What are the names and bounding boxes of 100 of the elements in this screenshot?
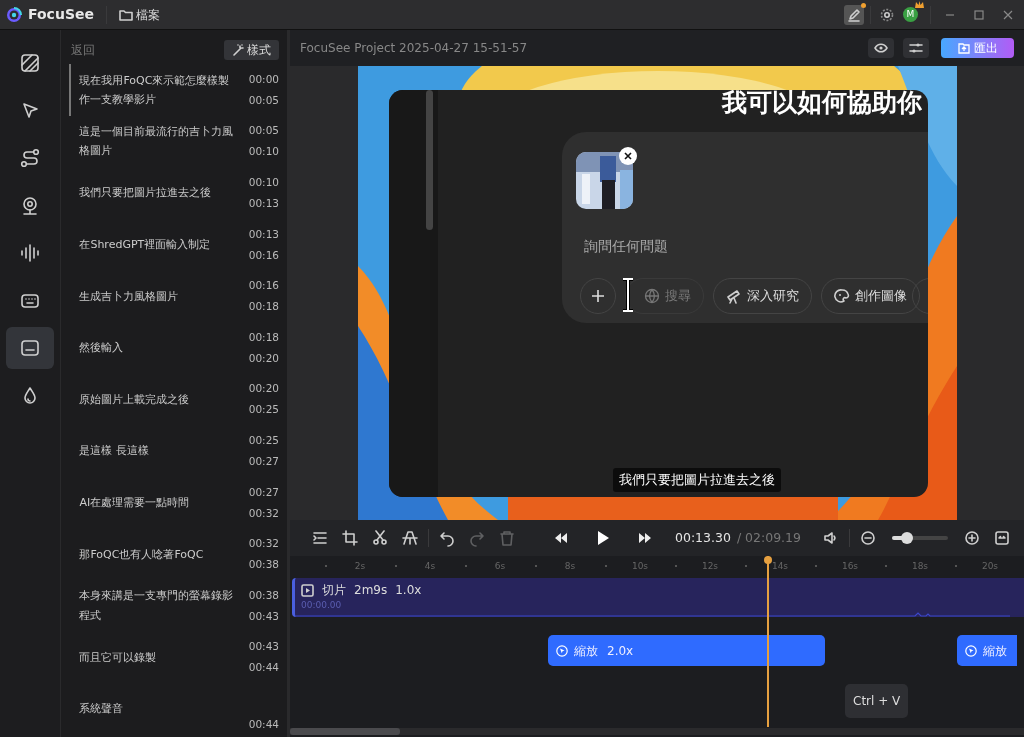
scissors-icon <box>372 529 388 547</box>
subtitle-item[interactable]: 本身來講是一支專門的螢幕錄影程式 00:38 00:43 <box>69 579 287 632</box>
speaker-icon <box>823 531 839 545</box>
subtitle-text: 而且它可以錄製 <box>79 649 158 666</box>
subtitle-item[interactable]: 我們只要把圖片拉進去之後 00:10 00:13 <box>69 167 287 219</box>
sidebar-tab[interactable] <box>6 327 55 369</box>
adjust-button[interactable] <box>903 38 929 58</box>
lamp-icon <box>402 529 418 547</box>
start-time: 00:20 <box>248 381 279 397</box>
ruler-label: 2s <box>354 560 366 573</box>
cursor-circle-icon <box>556 644 568 657</box>
end-time: 00:16 <box>248 247 279 263</box>
fast-forward-icon <box>638 532 652 544</box>
fit-icon <box>995 531 1009 545</box>
end-time: 00:05 <box>248 92 279 108</box>
close-icon[interactable] <box>1002 8 1014 21</box>
start-time: 00:44 <box>248 716 279 732</box>
subtitle-text: 我們只要把圖片拉進去之後 <box>79 185 213 202</box>
edit-button[interactable] <box>844 4 864 25</box>
subtitle-text: 然後輸入 <box>79 340 125 357</box>
segment-label: 縮放 <box>574 642 598 660</box>
project-title: FocuSee Project 2025-04-27 15-51-57 <box>300 40 529 57</box>
slider-thumb[interactable] <box>901 532 914 544</box>
start-time: 00:13 <box>248 226 279 242</box>
start-time: 00:05 <box>248 123 279 139</box>
start-time: 00:16 <box>248 278 279 294</box>
ruler-label: 16s <box>841 560 859 573</box>
export-icon <box>957 42 970 54</box>
start-time: 00:32 <box>248 536 279 552</box>
path-icon <box>19 147 42 169</box>
end-time: 00:44 <box>248 660 279 676</box>
scrollbar[interactable] <box>290 728 400 735</box>
magic-wand-icon <box>232 44 244 56</box>
subtitle-text: 在ShredGPT裡面輸入制定 <box>79 236 212 253</box>
subtitle-item[interactable]: 這是一個目前最流行的吉卜力風格圖片 00:05 00:10 <box>69 115 287 168</box>
end-time: 00:18 <box>248 299 279 315</box>
play-icon <box>596 530 610 546</box>
shortcut-tooltip: Ctrl + V <box>845 684 909 718</box>
plus-icon <box>965 531 979 545</box>
subtitle-item[interactable]: 那FoQC也有人唸著FoQC 00:32 00:38 <box>69 528 287 580</box>
file-menu[interactable]: 檔案 <box>118 4 160 25</box>
ruler-label: 10s <box>631 560 649 573</box>
pen-icon <box>847 7 861 22</box>
settings-icon <box>880 7 894 22</box>
minus-icon <box>861 531 875 545</box>
zoom-segment[interactable]: 縮放 <box>957 635 1017 666</box>
ruler-label: 8s <box>564 560 576 573</box>
subtitle-item[interactable]: 是這樣 長這樣 00:25 00:27 <box>69 425 287 477</box>
sliders-icon <box>909 42 923 54</box>
layers-icon <box>19 52 42 74</box>
end-time: 00:32 <box>248 505 279 521</box>
clip-track[interactable]: 切片 2m9s 1.0x 00:00.00 <box>292 578 1024 617</box>
segment-scale: 2.0x <box>607 642 634 660</box>
start-time: 00:18 <box>248 329 279 345</box>
ruler-label: 18s <box>911 560 929 573</box>
subtitle-item[interactable]: 現在我用FoQC來示範怎麼樣製作一支教學影片 00:00 00:05 <box>69 64 287 116</box>
subtitle-item[interactable]: 然後輸入 00:18 00:20 <box>69 321 287 374</box>
subtitle-item[interactable]: 生成吉卜力風格圖片 00:16 00:18 <box>69 270 287 322</box>
start-time: 00:27 <box>248 484 279 500</box>
rewind-icon <box>554 532 568 544</box>
subtitle-item[interactable]: AI在處理需要一點時間 00:27 00:32 <box>69 476 287 529</box>
app-name: FocuSee <box>28 5 94 24</box>
redo-icon <box>469 529 485 547</box>
list-icon <box>312 529 328 547</box>
ruler-label: 12s <box>701 560 719 573</box>
start-time: 00:38 <box>248 587 279 603</box>
back-link[interactable]: 返回 <box>71 41 96 59</box>
end-time: 00:38 <box>248 557 279 573</box>
logo-icon <box>6 6 22 23</box>
subtitle-item[interactable]: 在ShredGPT裡面輸入制定 00:13 00:16 <box>69 218 287 271</box>
end-time: 00:10 <box>248 144 279 160</box>
total-duration: / 02:09.19 <box>736 528 801 547</box>
maximize-icon[interactable] <box>973 8 985 21</box>
ruler-label: 20s <box>981 560 999 573</box>
ruler-label: 14s <box>771 560 789 573</box>
ruler-label: 4s <box>424 560 436 573</box>
start-time: 00:10 <box>248 175 279 190</box>
zoom-segment[interactable]: 縮放 2.0x <box>548 635 825 666</box>
notification-dot <box>861 2 866 8</box>
current-time: 00:13.30 <box>675 528 731 547</box>
preview-button[interactable] <box>868 38 894 58</box>
subtitle-text: 那FoQC也有人唸著FoQC <box>79 546 205 563</box>
clip-duration: 2m9s <box>354 582 388 599</box>
crop-icon <box>342 529 358 547</box>
subtitle-item[interactable]: 原始圖片上載完成之後 00:20 00:25 <box>69 373 287 426</box>
undo-icon <box>439 529 455 547</box>
subtitle-text: 系統聲音 <box>79 701 125 718</box>
captions-icon <box>19 337 42 359</box>
start-time: 00:00 <box>248 71 279 87</box>
subtitle-text: 本身來講是一支專門的螢幕錄影程式 <box>79 588 235 624</box>
waveform-icon <box>19 242 42 264</box>
end-time: 00:25 <box>248 402 279 418</box>
playhead-handle[interactable] <box>764 556 772 564</box>
subtitle-text: 是這樣 長這樣 <box>79 443 150 460</box>
style-button[interactable]: 樣式 <box>224 40 279 60</box>
subtitle-text: 這是一個目前最流行的吉卜力風格圖片 <box>79 124 235 160</box>
subtitle-item[interactable]: 系統聲音 00:44 <box>69 683 287 735</box>
subtitle-item[interactable]: 而且它可以錄製 00:43 00:44 <box>69 631 287 684</box>
end-time: 00:43 <box>248 608 279 624</box>
end-time: 00:20 <box>248 350 279 366</box>
